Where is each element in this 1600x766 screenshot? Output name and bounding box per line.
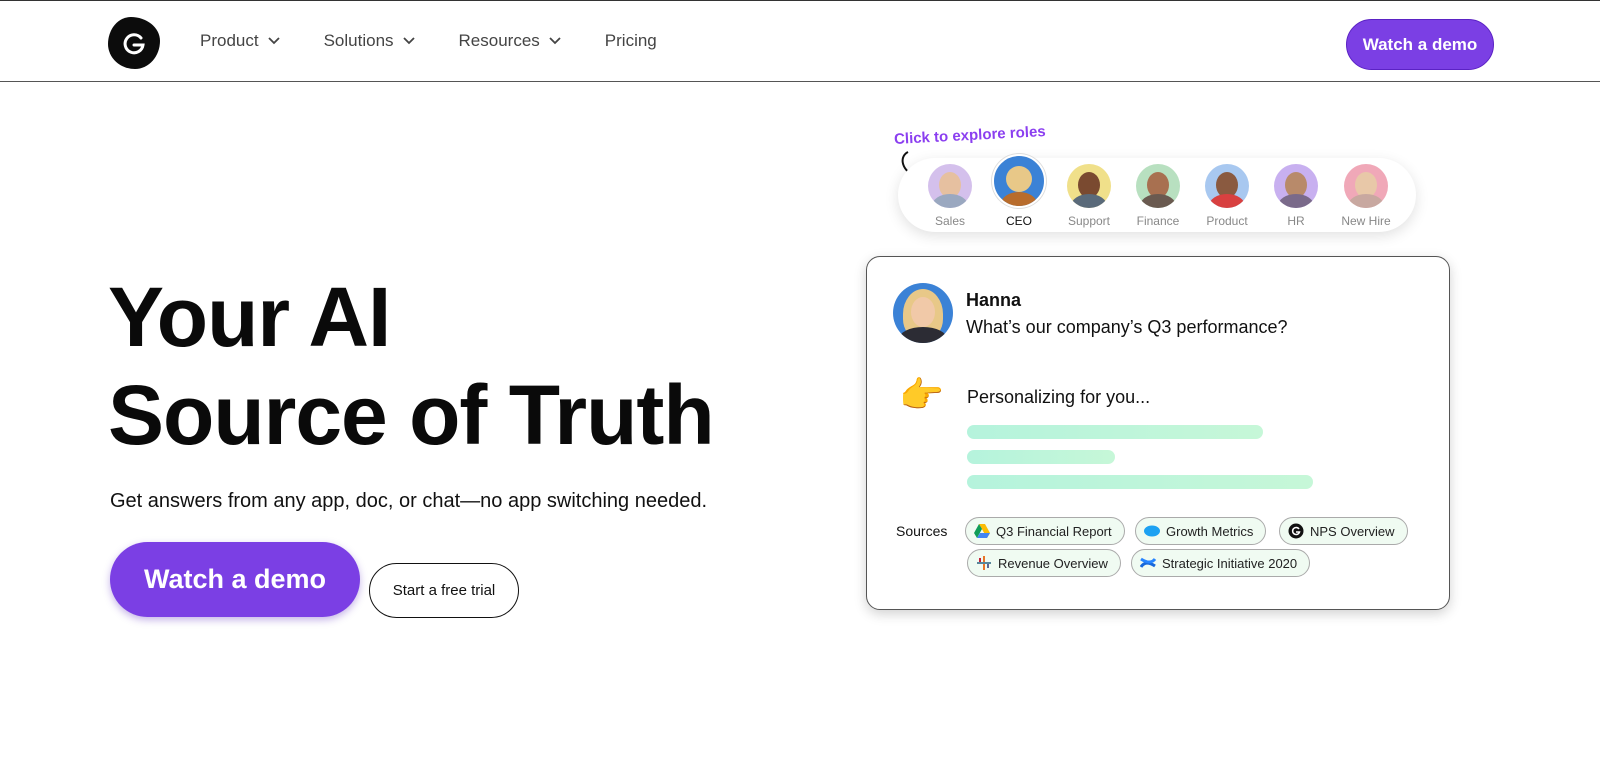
loading-bar xyxy=(967,450,1115,464)
answer-card: Hanna What’s our company’s Q3 performanc… xyxy=(866,256,1450,610)
role-hr[interactable]: HR xyxy=(1264,164,1328,228)
avatar xyxy=(1274,164,1318,208)
nav-item-label: Solutions xyxy=(323,31,394,50)
tableau-icon xyxy=(977,556,991,570)
glean-icon xyxy=(1288,523,1304,539)
loading-bar xyxy=(967,425,1263,439)
chevron-down-icon xyxy=(549,37,561,45)
hero-title-line1: Your AI xyxy=(108,270,391,364)
source-chip[interactable]: Strategic Initiative 2020 xyxy=(1131,549,1311,577)
avatar xyxy=(893,283,953,343)
hero-subtitle: Get answers from any app, doc, or chat—n… xyxy=(110,490,708,512)
confluence-icon xyxy=(1140,557,1156,568)
user-name: Hanna xyxy=(966,290,1022,310)
avatar xyxy=(928,164,972,208)
watch-demo-button[interactable]: Watch a demo xyxy=(110,542,360,617)
avatar xyxy=(1067,164,1111,208)
role-new-hire[interactable]: New Hire xyxy=(1334,164,1398,228)
nav-item-label: Pricing xyxy=(604,31,657,50)
source-chip-label: NPS Overview xyxy=(1310,523,1395,539)
source-chip-label: Revenue Overview xyxy=(998,555,1108,571)
source-chip-label: Strategic Initiative 2020 xyxy=(1162,555,1298,571)
role-support[interactable]: Support xyxy=(1057,164,1121,228)
chevron-down-icon xyxy=(402,37,415,45)
sources-label: Sources xyxy=(896,523,948,539)
loading-bar xyxy=(967,475,1313,489)
main-nav: Product Solutions Resources Pricing xyxy=(200,31,701,51)
nav-item-pricing[interactable]: Pricing xyxy=(605,31,657,51)
avatar xyxy=(992,154,1046,208)
hero-title: Your AI Source of Truth xyxy=(108,268,715,464)
role-label: Sales xyxy=(934,214,966,228)
role-ceo[interactable]: CEO xyxy=(987,154,1051,228)
nav-item-solutions[interactable]: Solutions xyxy=(324,31,415,51)
header-watch-demo-button[interactable]: Watch a demo xyxy=(1346,19,1494,70)
logo-icon[interactable] xyxy=(108,17,160,69)
user-question: What’s our company’s Q3 performance? xyxy=(966,317,1288,337)
role-label: Support xyxy=(1067,214,1111,228)
role-label: Product xyxy=(1206,214,1248,228)
role-label: New Hire xyxy=(1341,214,1391,228)
source-chip-label: Q3 Financial Report xyxy=(996,523,1112,539)
source-chip[interactable]: Growth Metrics xyxy=(1135,517,1267,545)
source-chip[interactable]: NPS Overview xyxy=(1279,517,1408,545)
salesforce-icon xyxy=(1144,525,1160,537)
site-header: Product Solutions Resources Pricing Watc… xyxy=(0,0,1600,82)
avatar xyxy=(1205,164,1249,208)
role-label: Finance xyxy=(1136,214,1180,228)
hero-title-line2: Source of Truth xyxy=(108,368,715,462)
avatar xyxy=(1344,164,1388,208)
source-chip[interactable]: Revenue Overview xyxy=(967,549,1121,577)
role-label: CEO xyxy=(1005,214,1032,228)
avatar xyxy=(1136,164,1180,208)
source-chip-label: Growth Metrics xyxy=(1166,523,1254,539)
role-finance[interactable]: Finance xyxy=(1126,164,1190,228)
source-chip[interactable]: Q3 Financial Report xyxy=(965,517,1125,545)
role-sales[interactable]: Sales xyxy=(918,164,982,228)
status-text: Personalizing for you... xyxy=(967,387,1151,407)
pointing-hand-icon: 👉 xyxy=(899,374,944,415)
start-free-trial-button[interactable]: Start a free trial xyxy=(369,563,519,618)
google-drive-icon xyxy=(974,524,990,538)
role-product[interactable]: Product xyxy=(1195,164,1259,228)
nav-item-resources[interactable]: Resources xyxy=(459,31,561,51)
nav-item-label: Resources xyxy=(458,31,540,50)
nav-item-product[interactable]: Product xyxy=(200,31,280,51)
nav-item-label: Product xyxy=(200,31,259,50)
chevron-down-icon xyxy=(267,37,280,45)
roles-hint: Click to explore roles xyxy=(893,123,1047,148)
roles-selector: Sales CEO Support Finance Product HR New… xyxy=(898,154,1416,232)
role-label: HR xyxy=(1287,214,1305,228)
